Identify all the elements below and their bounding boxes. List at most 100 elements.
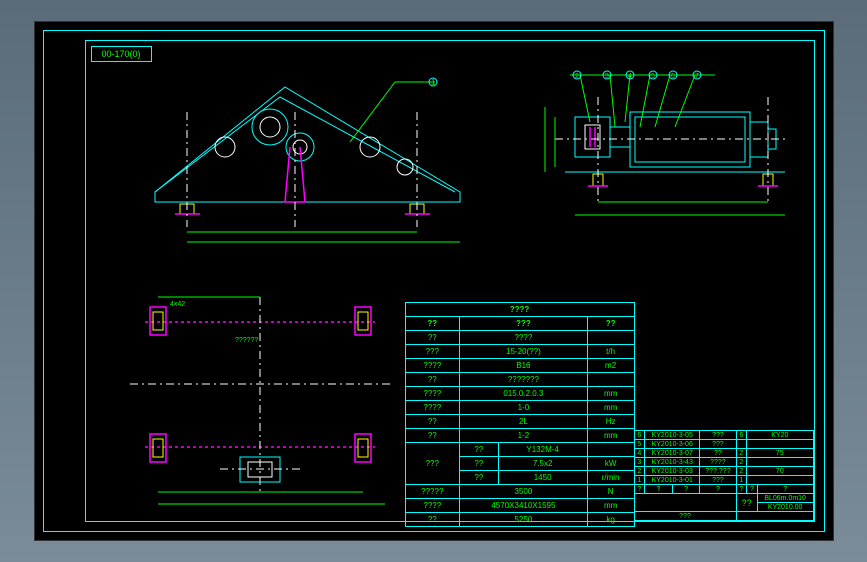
spec-cell: 1450 <box>498 471 587 485</box>
spec-cell: ???? <box>405 401 460 415</box>
spec-cell: r/min <box>587 471 634 485</box>
tb-cell <box>736 440 747 449</box>
spec-cell: ?? <box>405 429 460 443</box>
spec-cell: t/h <box>587 345 634 359</box>
spec-cell: ?? <box>405 331 460 345</box>
tb-title: ?? <box>736 494 757 512</box>
spec-cell: mm <box>587 401 634 415</box>
tb-cell <box>747 476 813 485</box>
spec-title: ???? <box>405 303 634 317</box>
tb-cell: KY2010-3-01 <box>645 476 700 485</box>
svg-text:6: 6 <box>671 73 675 80</box>
spec-cell: ?? <box>405 415 460 429</box>
spec-cell: 4570X3410X1595 <box>460 499 588 513</box>
spec-cell: 7.5x2 <box>498 457 587 471</box>
tb-cell: ? <box>700 485 736 494</box>
tb-cell: 1 <box>634 476 645 485</box>
spec-cell: ????? <box>405 485 460 499</box>
spec-cell: 2L <box>460 415 588 429</box>
tb-cell: ??? <box>700 440 736 449</box>
tb-cell: ? <box>672 485 700 494</box>
tb-scale: ??? <box>634 512 736 521</box>
svg-text:3: 3 <box>605 73 609 80</box>
plan-view: 4x42 ?????? <box>120 292 390 512</box>
spec-cell: 015.0.2.0.3 <box>460 387 588 401</box>
end-view: 2 3 4 5 6 7 <box>515 67 795 232</box>
svg-text:4x42: 4x42 <box>170 301 185 308</box>
tb-cell: ???? <box>700 458 736 467</box>
title-block: 6KY2010-3-05???6KY20 5KY2010-3-06??? 4KY… <box>634 430 814 521</box>
spec-cell <box>587 373 634 387</box>
spec-cell: Hz <box>587 415 634 429</box>
spec-cell: ??????? <box>460 373 588 387</box>
spec-cell: kg <box>587 513 634 527</box>
tb-cell: KY20 <box>747 431 813 440</box>
tb-cell: ??? <box>700 431 736 440</box>
tb-cell: 6 <box>736 431 747 440</box>
spec-cell: N <box>587 485 634 499</box>
spec-cell: 1-2 <box>460 429 588 443</box>
spec-cell: 3500 <box>460 485 588 499</box>
tb-cell: 2 <box>736 458 747 467</box>
tb-cell: 3 <box>634 458 645 467</box>
spec-cell: ?? <box>460 443 498 457</box>
svg-text:7: 7 <box>695 73 699 80</box>
tb-cell: 75 <box>747 449 813 458</box>
tb-cell: ???.??? <box>700 467 736 476</box>
spec-cell: ??? <box>405 443 460 485</box>
tb-cell: ? <box>645 485 673 494</box>
tb-cell: KY2010-3-06 <box>645 440 700 449</box>
tb-cell: KY2010-3-07 <box>645 449 700 458</box>
specifications-table: ???? ?? ??? ?? ?????? ???15-20(??)t/h ??… <box>405 302 635 527</box>
tb-cell <box>747 440 813 449</box>
spec-cell: 1-0 <box>460 401 588 415</box>
spec-cell: ???? <box>460 331 588 345</box>
spec-cell: 15-20(??) <box>460 345 588 359</box>
tb-cell <box>736 512 813 521</box>
spec-cell: mm <box>587 387 634 401</box>
tb-signatures <box>634 494 736 512</box>
spec-cell: B16 <box>460 359 588 373</box>
drawing-label: 00-170(0) <box>91 46 152 62</box>
tb-drwno: KY2010.00 <box>757 503 813 512</box>
tb-cell <box>747 458 813 467</box>
tb-cell: ? <box>634 485 645 494</box>
tb-cell: KY2010-3-03 <box>645 467 700 476</box>
spec-cell: mm <box>587 429 634 443</box>
svg-text:2: 2 <box>575 73 579 80</box>
tb-cell: 1 <box>736 476 747 485</box>
drawing-label-text: 00-170(0) <box>102 49 141 59</box>
tb-cell: 2 <box>736 467 747 476</box>
spec-cell: ?? <box>460 471 498 485</box>
tb-cell: 5 <box>634 440 645 449</box>
tb-cell: ?? <box>700 449 736 458</box>
svg-text:??????: ?????? <box>235 337 258 344</box>
spec-cell: ?? <box>405 373 460 387</box>
spec-cell: ??? <box>405 345 460 359</box>
tb-cell: ? <box>736 485 747 494</box>
spec-header: ?? <box>405 317 460 331</box>
tb-cell: ? <box>747 485 758 494</box>
tb-cell: 6 <box>634 431 645 440</box>
spec-cell: ?? <box>460 457 498 471</box>
tb-cell: 70 <box>747 467 813 476</box>
spec-cell: Y132M-4 <box>498 443 587 457</box>
svg-text:4: 4 <box>628 73 632 80</box>
svg-text:5: 5 <box>651 73 655 80</box>
tb-cell: ? <box>757 485 813 494</box>
spec-cell <box>587 443 634 457</box>
tb-cell: 4 <box>634 449 645 458</box>
spec-cell: ???? <box>405 499 460 513</box>
spec-cell: ?? <box>405 513 460 527</box>
cad-viewport[interactable]: 00-170(0) <box>34 21 834 541</box>
tb-cell: KY2010-3-43 <box>645 458 700 467</box>
tb-subtitle: BL06m.0m10 <box>757 494 813 503</box>
spec-cell: ???? <box>405 387 460 401</box>
spec-header: ?? <box>587 317 634 331</box>
tb-cell: 2 <box>736 449 747 458</box>
tb-cell: 2 <box>634 467 645 476</box>
spec-cell: 5250 <box>460 513 588 527</box>
side-elevation-view: 1 <box>145 72 475 227</box>
spec-header: ??? <box>460 317 588 331</box>
spec-cell: ???? <box>405 359 460 373</box>
